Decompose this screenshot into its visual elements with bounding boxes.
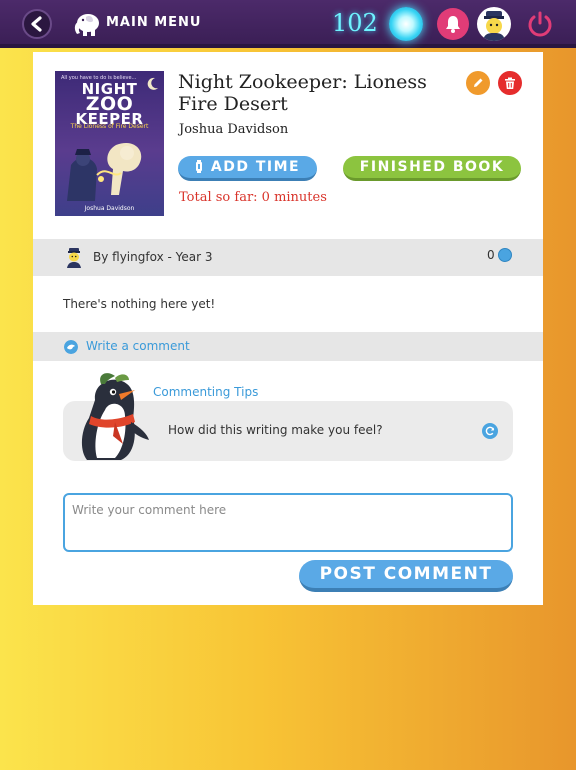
add-time-label: ADD TIME [210, 159, 301, 175]
comment-count: 0 [487, 248, 512, 262]
empty-comments-text: There's nothing here yet! [63, 297, 216, 311]
elephant-icon [74, 14, 99, 36]
total-time-text: Total so far: 0 minutes [179, 190, 327, 205]
byline-text[interactable]: By flyingfox - Year 3 [93, 250, 212, 264]
write-comment-link[interactable]: Write a comment [86, 339, 190, 353]
notifications-button[interactable] [437, 8, 469, 40]
write-comment-bar[interactable]: Write a comment [33, 332, 543, 361]
bell-icon [446, 16, 460, 33]
delete-button[interactable] [498, 71, 522, 95]
moon-icon [147, 77, 158, 90]
finished-book-button[interactable]: FINISHED BOOK [343, 156, 521, 181]
commenting-tips-title: Commenting Tips [153, 385, 259, 399]
book-cover: All you have to do is believe... NIGHT Z… [55, 71, 164, 216]
book-author: Joshua Davidson [179, 122, 289, 137]
edit-button[interactable] [466, 71, 490, 95]
finished-book-label: FINISHED BOOK [359, 159, 505, 175]
pencil-icon [474, 78, 483, 87]
main-menu-link[interactable]: MAIN MENU [106, 15, 202, 30]
post-comment-button[interactable]: POST COMMENT [299, 560, 513, 592]
profile-avatar[interactable] [477, 7, 511, 41]
zookeeper-avatar-icon [67, 248, 81, 268]
add-time-button[interactable]: ADD TIME [178, 156, 317, 181]
speech-bubble-icon [497, 248, 512, 262]
book-title: Night Zookeeper: Lioness Fire Desert [178, 71, 427, 115]
comment-count-value: 0 [487, 248, 495, 262]
bird-icon [64, 340, 78, 354]
post-comment-label: POST COMMENT [319, 564, 493, 584]
zookeeper-avatar-icon [483, 11, 505, 41]
top-bar: MAIN MENU 102 [0, 0, 576, 48]
points-counter: 102 [332, 9, 378, 37]
book-card: All you have to do is believe... NIGHT Z… [33, 52, 543, 605]
comment-input[interactable] [63, 493, 513, 552]
commenting-tip-text: How did this writing make you feel? [168, 423, 383, 437]
penguin-icon [81, 373, 149, 460]
cover-author: Joshua Davidson [84, 205, 135, 212]
trash-icon [505, 77, 515, 89]
lantern-icon [195, 160, 202, 173]
glowing-orb-icon[interactable] [389, 7, 423, 41]
chevron-left-icon [31, 16, 42, 32]
back-button[interactable] [22, 9, 52, 39]
byline-bar: By flyingfox - Year 3 0 [33, 239, 543, 276]
power-icon[interactable] [526, 10, 554, 38]
refresh-tip-button[interactable] [482, 423, 498, 439]
refresh-icon [485, 426, 495, 436]
cover-subtitle: The Lioness of Fire Desert [70, 123, 149, 130]
cover-illustration [67, 142, 142, 201]
